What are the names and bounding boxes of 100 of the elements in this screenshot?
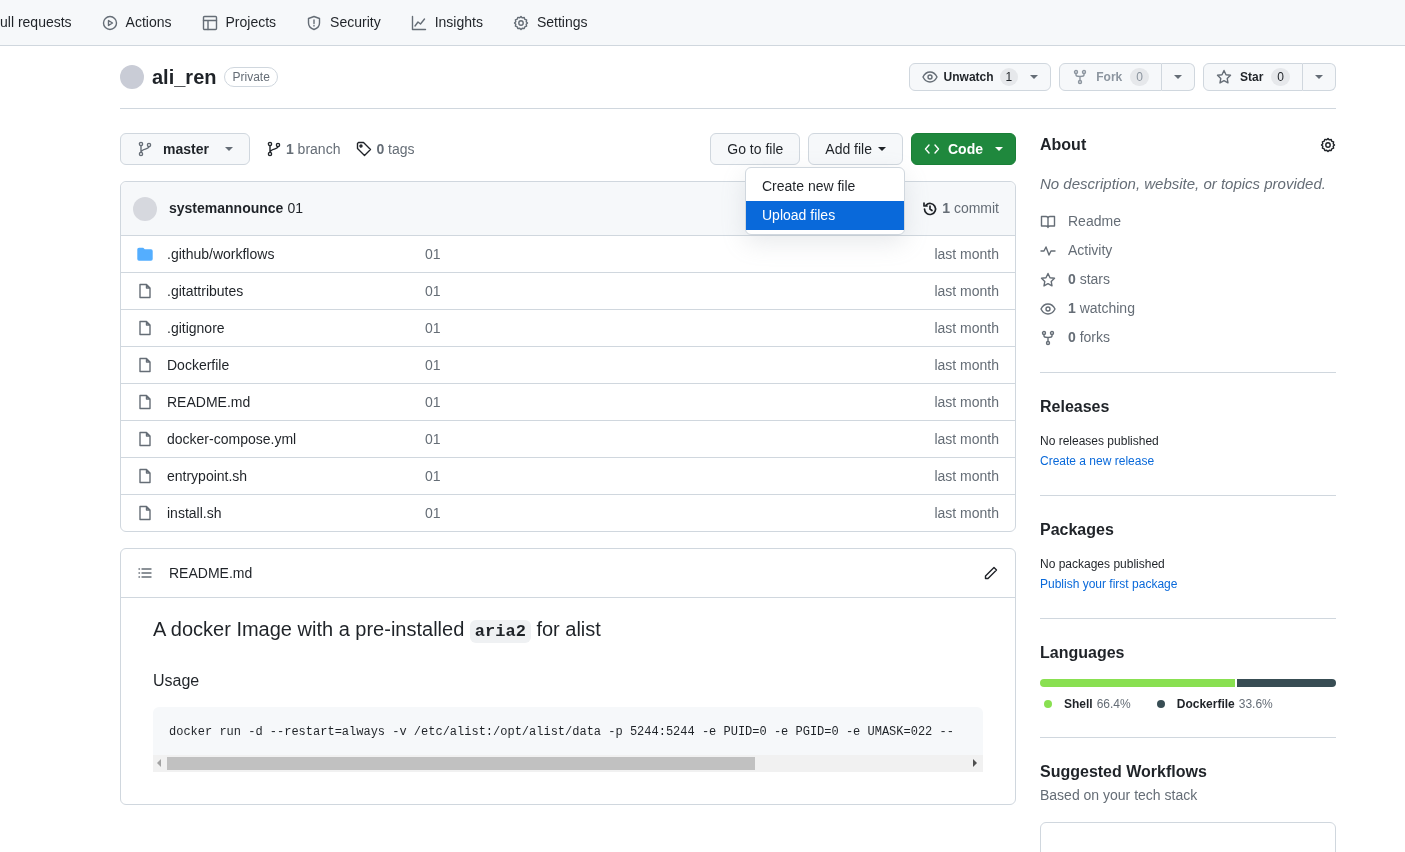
commit-message[interactable]: 01	[425, 465, 441, 487]
language-percent: 33.6%	[1238, 695, 1273, 713]
file-icon	[137, 320, 153, 336]
add-file-button[interactable]: Add file	[808, 133, 903, 165]
branch-icon	[137, 141, 153, 157]
settings-icon[interactable]	[1320, 137, 1336, 153]
releases-note: No releases published	[1040, 433, 1160, 451]
file-name[interactable]: entrypoint.sh	[167, 465, 425, 487]
file-name[interactable]: .github/workflows	[167, 243, 425, 265]
nav-tab[interactable]: Security	[296, 8, 391, 37]
commit-message[interactable]: 01	[425, 317, 441, 339]
commit-time: last month	[934, 429, 999, 449]
code-text: docker run -d --restart=always -v /etc/alist:/opt/alist/data -p 5244:5244 -e PUID=0 -e PGID=0 -e UMASK=022 --	[168, 723, 955, 741]
file-name[interactable]: .gitignore	[167, 317, 425, 339]
file-icon	[137, 357, 153, 373]
nav-tab[interactable]: Insights	[400, 8, 493, 37]
branch-select-button[interactable]: master	[120, 133, 250, 165]
repo-action-button[interactable]: Star 0	[1202, 63, 1303, 91]
star-icon	[1040, 271, 1056, 288]
nav-tab[interactable]: Projects	[191, 8, 287, 37]
commit-time: last month	[934, 244, 999, 264]
folder-icon	[137, 246, 153, 262]
tag-count-link[interactable]: 0 tags	[376, 138, 415, 160]
commit-time: last month	[934, 503, 999, 523]
nav-tab[interactable]: Settings	[502, 8, 598, 37]
readme-subheading: Usage	[153, 670, 201, 691]
section-heading[interactable]: Packages	[1040, 520, 1336, 540]
file-name[interactable]: docker-compose.yml	[167, 428, 425, 450]
code-button[interactable]: Code	[911, 133, 1016, 165]
about-link[interactable]: 0 stars	[1068, 269, 1111, 290]
tag-icon	[356, 141, 373, 157]
eye-icon	[1040, 300, 1056, 317]
avatar	[133, 196, 157, 221]
file-icon	[137, 468, 153, 484]
counter: 1	[999, 68, 1019, 86]
commit-time: last month	[934, 281, 999, 301]
play-circle-icon	[101, 14, 118, 31]
file-icon	[137, 394, 153, 410]
commit-time: last month	[934, 466, 999, 486]
commit-time: last month	[934, 318, 999, 338]
settings-icon	[512, 14, 529, 31]
go-to-file-button[interactable]: Go to file	[710, 133, 801, 165]
branch-count-link[interactable]: 1 branch	[285, 138, 341, 160]
file-icon	[137, 505, 153, 521]
language-name[interactable]: Shell	[1064, 694, 1093, 713]
file-name[interactable]: README.md	[167, 391, 425, 413]
repo-name[interactable]: ali_ren	[152, 62, 217, 92]
book-icon	[1040, 213, 1056, 230]
commit-message[interactable]: 01	[425, 391, 441, 413]
counter: 0	[1130, 68, 1149, 86]
file-name[interactable]: Dockerfile	[167, 354, 425, 376]
readme-heading: A docker Image with a pre-installed aria2 for alist	[153, 617, 602, 645]
repo-action-button[interactable]: Unwatch 1	[908, 63, 1052, 91]
commit-time: last month	[934, 392, 999, 412]
section-heading[interactable]: Releases	[1040, 397, 1336, 417]
pencil-icon[interactable]	[983, 565, 999, 581]
language-name[interactable]: Dockerfile	[1176, 694, 1235, 713]
shield-icon	[306, 14, 323, 31]
counter: 0	[1271, 68, 1290, 86]
section-subtitle: Based on your tech stack	[1040, 785, 1199, 805]
file-name[interactable]: .gitattributes	[167, 280, 425, 302]
eye-icon	[921, 69, 938, 85]
nav-tab[interactable]: Actions	[91, 8, 182, 37]
avatar	[120, 65, 144, 89]
language-percent: 66.4%	[1096, 695, 1131, 713]
section-heading: Languages	[1040, 643, 1126, 663]
commit-count-link[interactable]: 1 commit	[942, 198, 999, 219]
star-icon	[1215, 69, 1232, 85]
commit-message[interactable]: 01	[425, 354, 441, 376]
about-link[interactable]: 1 watching	[1068, 298, 1135, 319]
fork-icon	[1072, 69, 1089, 85]
about-link[interactable]: Activity	[1068, 240, 1113, 261]
commit-message[interactable]: 01	[425, 243, 441, 265]
file-name[interactable]: install.sh	[167, 502, 425, 524]
file-icon	[137, 283, 153, 299]
horizontal-scrollbar[interactable]	[153, 754, 983, 772]
commit-message[interactable]: 01	[425, 428, 441, 450]
commit-time: last month	[934, 355, 999, 375]
commit-message[interactable]: 01	[287, 198, 303, 219]
branch-icon	[265, 141, 282, 157]
menu-item[interactable]: Upload files	[746, 201, 904, 230]
create-release-link[interactable]: Create a new release	[1040, 454, 1155, 469]
list-icon[interactable]	[137, 565, 153, 581]
packages-note: No packages published	[1040, 556, 1166, 574]
dropdown-button[interactable]	[1303, 63, 1336, 91]
file-icon	[137, 431, 153, 447]
about-link[interactable]: Readme	[1068, 211, 1121, 232]
section-heading: Suggested Workflows	[1040, 761, 1208, 781]
repo-description: No description, website, or topics provided.	[1040, 174, 1327, 194]
commit-message[interactable]: 01	[425, 502, 441, 524]
about-link[interactable]: 0 forks	[1068, 327, 1111, 348]
publish-package-link[interactable]: Publish your first package	[1040, 577, 1178, 592]
commit-author[interactable]: systemannounce	[169, 198, 284, 219]
table-icon	[201, 14, 218, 31]
line-chart-icon	[410, 14, 427, 31]
readme-title: README.md	[169, 563, 253, 583]
fork-icon	[1040, 329, 1056, 346]
nav-tab[interactable]: ull requests	[0, 8, 82, 37]
commit-message[interactable]: 01	[425, 280, 441, 302]
menu-item[interactable]: Create new file	[746, 172, 904, 201]
